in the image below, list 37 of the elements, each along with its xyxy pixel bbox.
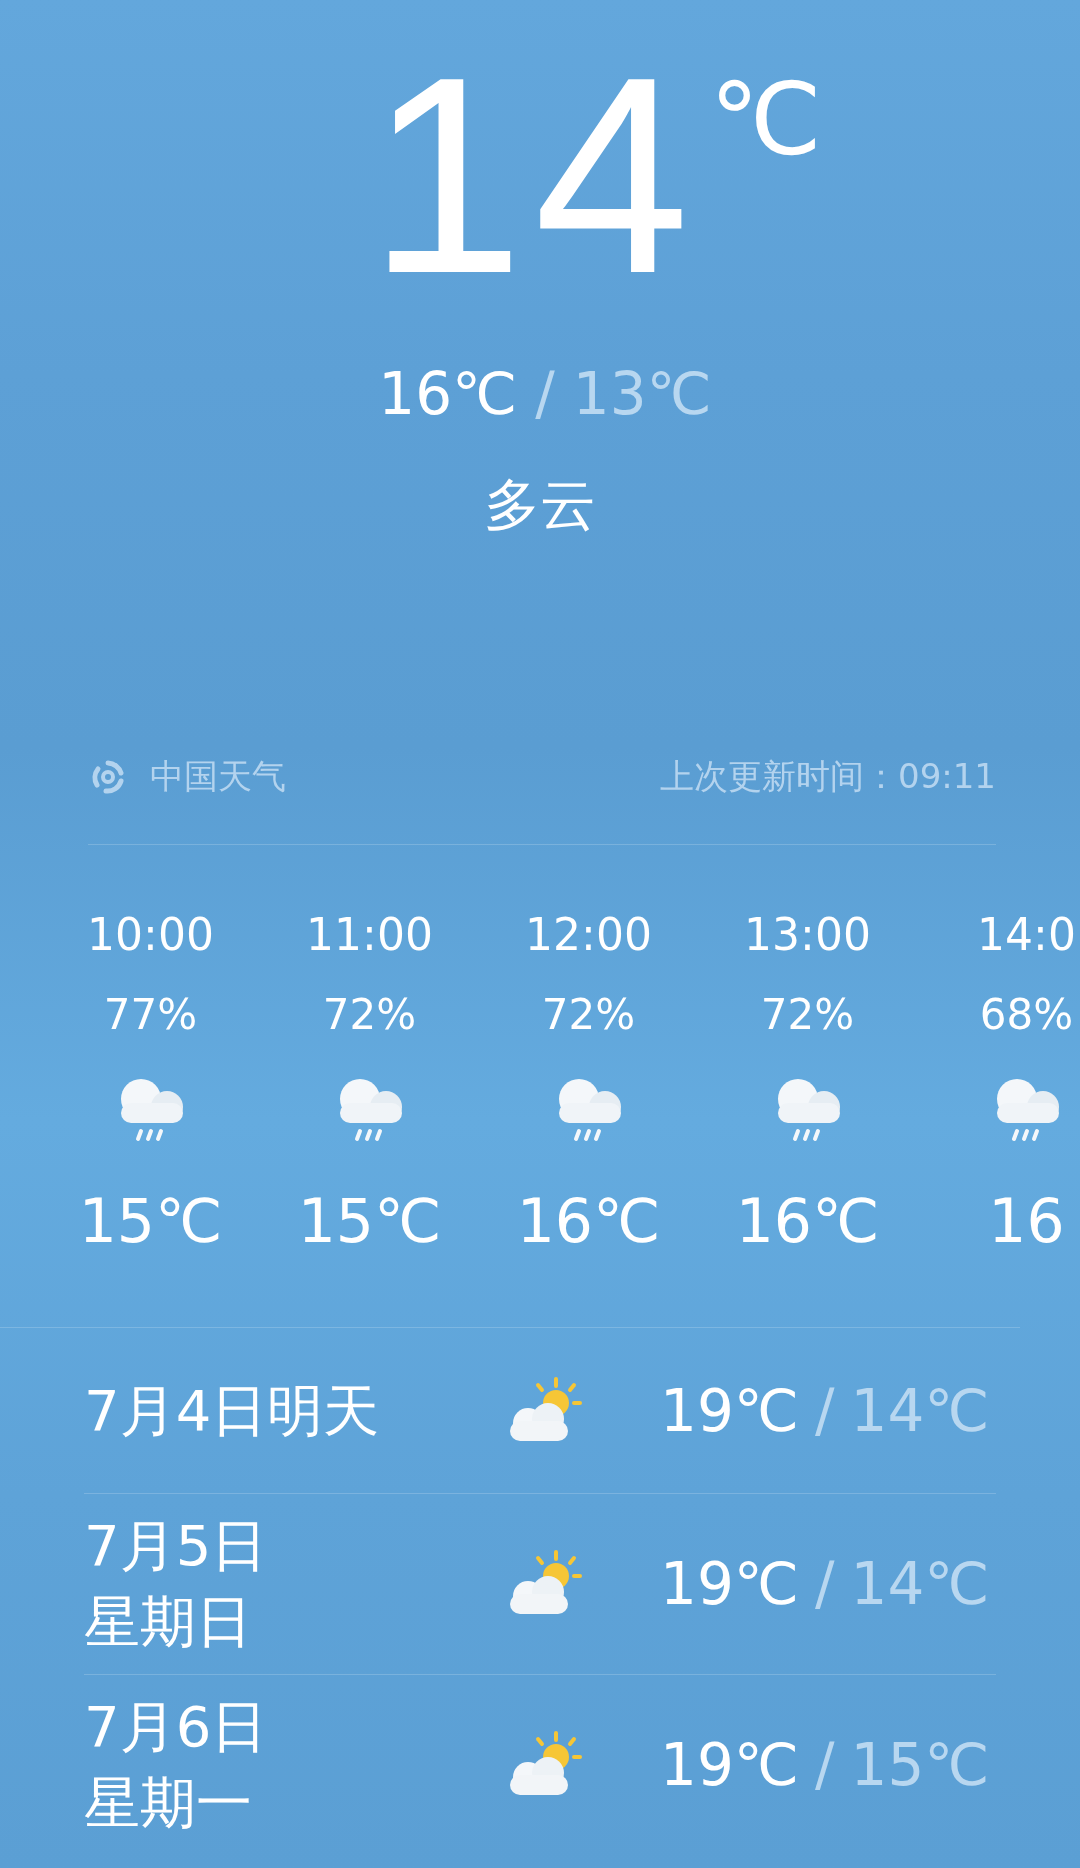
hour-temperature: 15℃ [78, 1185, 223, 1257]
humidity: 72% [760, 989, 855, 1041]
separator: / [814, 1731, 835, 1799]
weather-condition: 多云 [484, 471, 596, 539]
hour-time: 14:0 [977, 908, 1076, 962]
hour-time: 12:00 [525, 908, 652, 962]
hour-temperature: 16 [988, 1185, 1065, 1257]
hour-temperature: 15℃ [297, 1185, 442, 1257]
humidity: 77% [103, 989, 198, 1041]
hour-time: 10:00 [87, 908, 214, 962]
humidity: 72% [322, 989, 417, 1041]
current-temperature: 14 [368, 40, 700, 310]
hour-temperature: 16℃ [735, 1185, 880, 1257]
day-date: 星期日 [84, 1588, 252, 1656]
high-temperature: 19℃ [660, 1550, 799, 1618]
low-temperature: 14℃ [850, 1376, 990, 1445]
humidity: 72% [541, 989, 636, 1041]
low-temperature: 14℃ [850, 1550, 990, 1618]
hour-time: 11:00 [306, 908, 433, 962]
day-date: 星期一 [84, 1769, 252, 1837]
day-date: 7月6日 [84, 1693, 268, 1761]
high-temperature: 19℃ [660, 1731, 799, 1799]
day-date: 7月5日 [84, 1512, 268, 1580]
separator: / [814, 1376, 835, 1445]
low-temperature: 13℃ [572, 360, 712, 428]
low-temperature: 15℃ [850, 1731, 990, 1799]
high-temperature: 19℃ [660, 1376, 799, 1445]
separator: / [814, 1550, 835, 1618]
high-temperature: 16℃ [378, 360, 518, 428]
update-time: 上次更新时间：09:11 [660, 755, 996, 798]
hour-temperature: 16℃ [516, 1185, 661, 1257]
source-name: 中国天气 [150, 755, 286, 798]
hour-time: 13:00 [744, 908, 871, 962]
temperature-unit: ℃ [709, 70, 822, 170]
humidity: 68% [979, 989, 1074, 1041]
day-date: 7月4日明天 [84, 1376, 380, 1445]
separator: / [535, 360, 555, 428]
